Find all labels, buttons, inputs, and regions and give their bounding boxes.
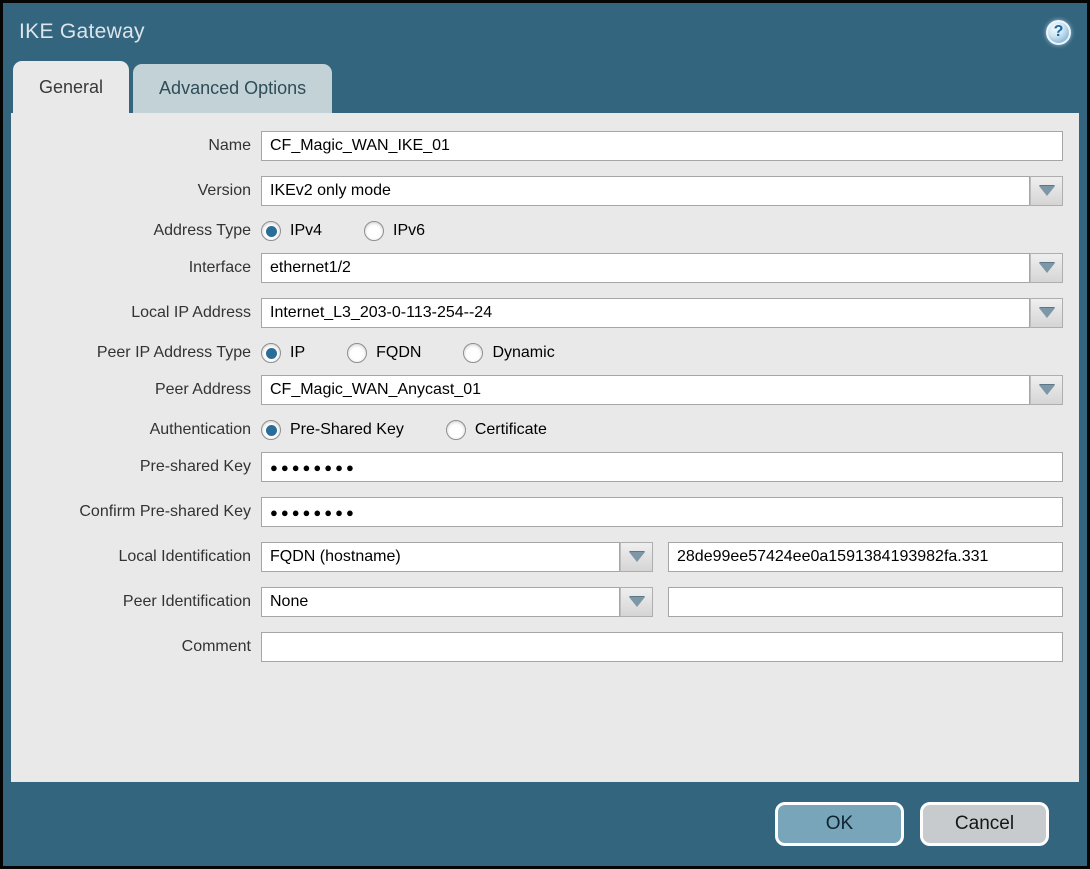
peer-address-input[interactable] — [261, 375, 1030, 405]
radio-certificate[interactable]: Certificate — [445, 420, 547, 440]
row-comment: Comment — [11, 632, 1063, 662]
address-type-label: Address Type — [153, 222, 251, 239]
peer-identification-value-input[interactable] — [668, 587, 1063, 617]
tab-advanced-options-label: Advanced Options — [159, 78, 307, 98]
peer-identification-type-input[interactable] — [261, 587, 620, 617]
chevron-down-icon — [628, 552, 645, 562]
authentication-label: Authentication — [149, 421, 251, 438]
interface-label: Interface — [188, 259, 251, 276]
radio-peer-ip-circle[interactable] — [261, 343, 281, 363]
chevron-down-icon — [1038, 263, 1055, 273]
row-peer-identification: Peer Identification — [11, 587, 1063, 617]
cancel-button[interactable]: Cancel — [920, 802, 1049, 846]
help-icon[interactable]: ? — [1046, 19, 1071, 45]
footer-bar: OK Cancel — [3, 782, 1087, 866]
radio-pre-shared-key-circle[interactable] — [261, 420, 281, 440]
local-identification-value-input[interactable] — [668, 542, 1063, 572]
chevron-down-icon — [1038, 186, 1055, 196]
peer-identification-label: Peer Identification — [122, 593, 251, 610]
peer-address-dropdown-button[interactable] — [1030, 375, 1063, 405]
local-identification-type-input[interactable] — [261, 542, 620, 572]
comment-label: Comment — [181, 638, 251, 655]
pre-shared-key-label: Pre-shared Key — [139, 458, 251, 475]
radio-peer-dynamic[interactable]: Dynamic — [463, 343, 555, 363]
confirm-pre-shared-key-label: Confirm Pre-shared Key — [79, 503, 251, 520]
local-ip-dropdown-button[interactable] — [1030, 298, 1063, 328]
chevron-down-icon — [1038, 385, 1055, 395]
radio-peer-fqdn[interactable]: FQDN — [347, 343, 421, 363]
dialog-title: IKE Gateway — [19, 20, 145, 43]
confirm-pre-shared-key-input[interactable] — [261, 497, 1063, 527]
chevron-down-icon — [1038, 308, 1055, 318]
peer-ip-type-label: Peer IP Address Type — [96, 344, 251, 361]
pre-shared-key-input[interactable] — [261, 452, 1063, 482]
ike-gateway-dialog: IKE Gateway ? General Advanced Options N… — [0, 0, 1090, 869]
version-combo — [261, 176, 1063, 206]
tab-advanced-options[interactable]: Advanced Options — [133, 64, 333, 113]
chevron-down-icon — [628, 597, 645, 607]
local-identification-label: Local Identification — [118, 548, 251, 565]
radio-peer-fqdn-circle[interactable] — [347, 343, 368, 363]
version-label: Version — [197, 182, 251, 199]
radio-certificate-circle[interactable] — [445, 420, 466, 440]
peer-address-combo — [261, 375, 1063, 405]
radio-peer-ip[interactable]: IP — [261, 343, 305, 363]
row-address-type: Address Type IPv4 IPv6 — [11, 221, 1063, 241]
radio-peer-fqdn-label: FQDN — [376, 344, 422, 361]
comment-input[interactable] — [261, 632, 1063, 662]
tab-general[interactable]: General — [13, 61, 130, 113]
name-input[interactable] — [261, 131, 1063, 161]
row-name: Name — [11, 131, 1063, 161]
local-identification-dropdown-button[interactable] — [620, 542, 653, 572]
row-peer-ip-type: Peer IP Address Type IP FQDN Dynamic — [11, 343, 1063, 363]
ok-button[interactable]: OK — [775, 802, 904, 846]
row-version: Version — [11, 176, 1063, 206]
row-local-ip: Local IP Address — [11, 298, 1063, 328]
title-bar: IKE Gateway ? — [3, 3, 1087, 61]
peer-identification-dropdown-button[interactable] — [620, 587, 653, 617]
radio-peer-ip-label: IP — [290, 344, 306, 361]
interface-input[interactable] — [261, 253, 1030, 283]
local-ip-input[interactable] — [261, 298, 1030, 328]
radio-ipv6-circle[interactable] — [364, 221, 385, 241]
radio-ipv4-circle[interactable] — [261, 221, 281, 241]
interface-combo — [261, 253, 1063, 283]
radio-certificate-label: Certificate — [474, 421, 547, 438]
general-tab-panel: Name Version Address Type — [11, 113, 1079, 782]
name-label: Name — [208, 137, 251, 154]
peer-address-label: Peer Address — [154, 381, 251, 398]
local-ip-label: Local IP Address — [131, 304, 251, 321]
peer-identification-type-combo — [261, 587, 653, 617]
local-identification-type-combo — [261, 542, 653, 572]
row-pre-shared-key: Pre-shared Key — [11, 452, 1063, 482]
version-dropdown-button[interactable] — [1030, 176, 1063, 206]
row-local-identification: Local Identification — [11, 542, 1063, 572]
radio-ipv4[interactable]: IPv4 — [261, 221, 322, 241]
radio-peer-dynamic-label: Dynamic — [492, 344, 555, 361]
version-input[interactable] — [261, 176, 1030, 206]
radio-pre-shared-key-label: Pre-Shared Key — [290, 421, 404, 438]
interface-dropdown-button[interactable] — [1030, 253, 1063, 283]
radio-ipv6[interactable]: IPv6 — [364, 221, 425, 241]
radio-peer-dynamic-circle[interactable] — [463, 343, 484, 363]
radio-pre-shared-key[interactable]: Pre-Shared Key — [261, 420, 404, 440]
tab-general-label: General — [39, 76, 104, 97]
tab-strip: General Advanced Options — [3, 61, 1087, 113]
radio-ipv4-label: IPv4 — [290, 222, 323, 239]
radio-ipv6-label: IPv6 — [393, 222, 426, 239]
row-confirm-pre-shared-key: Confirm Pre-shared Key — [11, 497, 1063, 527]
row-interface: Interface — [11, 253, 1063, 283]
local-ip-combo — [261, 298, 1063, 328]
row-peer-address: Peer Address — [11, 375, 1063, 405]
row-authentication: Authentication Pre-Shared Key Certificat… — [11, 420, 1063, 440]
